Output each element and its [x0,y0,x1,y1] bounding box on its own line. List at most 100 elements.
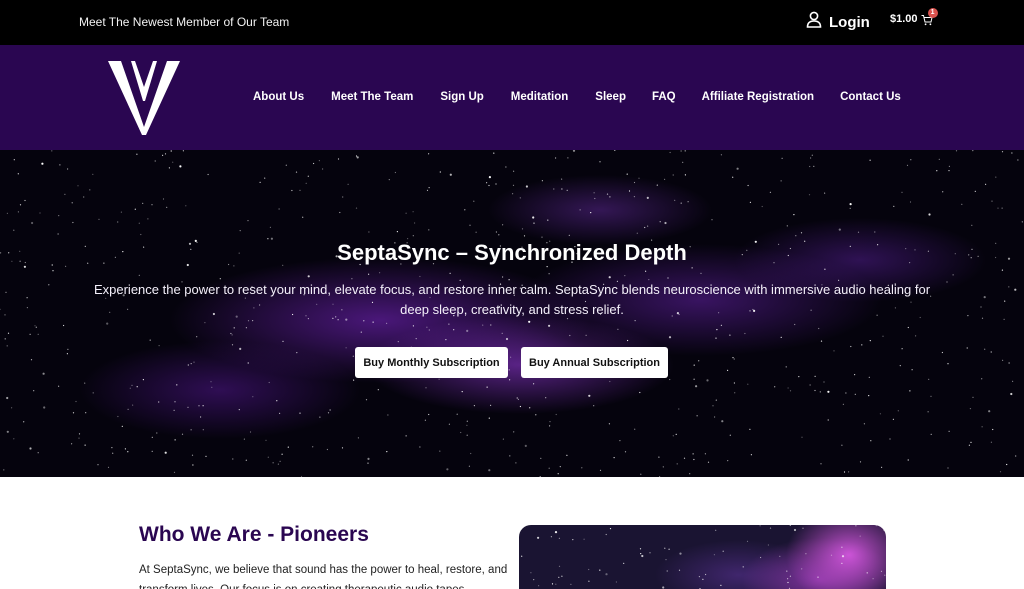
star [207,173,209,176]
star [372,321,374,323]
star [838,228,841,231]
star [722,550,724,552]
star [810,157,812,159]
star [426,189,429,191]
star [548,273,550,275]
star [355,155,358,157]
star [909,390,911,392]
brand-logo[interactable] [106,57,182,137]
nav-item-meet-the-team[interactable]: Meet The Team [331,91,413,103]
star [854,374,856,376]
star [692,453,694,455]
star [744,332,746,335]
star [798,376,800,378]
star [997,207,999,209]
star [468,465,470,467]
star [747,383,749,385]
star [859,535,861,537]
star [367,462,369,464]
star [793,528,797,532]
star [495,183,497,185]
star [769,527,772,529]
star [707,461,710,463]
star [368,231,370,233]
star [678,569,681,571]
star [529,407,531,409]
star [57,233,59,235]
nav-item-sign-up[interactable]: Sign Up [440,91,483,103]
star [182,150,184,152]
star [561,178,563,180]
star [558,537,560,539]
star [486,182,488,184]
star [849,207,851,209]
star [734,392,736,394]
announcement-link[interactable]: Meet The Newest Member of Our Team [79,15,289,29]
star [732,176,734,178]
star [156,432,158,434]
star [605,573,608,576]
star [689,473,691,475]
nav-item-meditation[interactable]: Meditation [511,91,569,103]
star [493,152,495,154]
star [299,189,301,191]
star [911,369,913,371]
star [151,436,153,438]
star [786,570,788,572]
star [78,437,80,439]
star [29,447,32,450]
star [13,159,15,161]
login-link[interactable]: Login [806,11,870,33]
star [546,266,548,268]
star [736,167,739,170]
star [680,202,682,204]
star [151,204,153,206]
star [26,307,28,309]
star [1001,151,1004,153]
star [1006,463,1008,466]
star [164,153,167,155]
star [360,331,362,333]
star [158,401,160,403]
star [615,581,617,583]
nav-item-contact-us[interactable]: Contact Us [840,91,901,103]
star [640,553,642,555]
star [71,202,73,204]
star [490,404,492,406]
star [843,471,846,473]
star [555,413,557,416]
nav-item-faq[interactable]: FAQ [652,91,676,103]
star [676,463,678,465]
buy-monthly-subscription-button[interactable]: Buy Monthly Subscription [355,347,508,378]
nav-item-sleep[interactable]: Sleep [595,91,626,103]
star [588,568,590,571]
star [170,150,172,152]
star [5,291,7,293]
cart-amount: $1.00 [890,13,918,25]
star [627,339,629,342]
star [313,162,315,165]
cart-button[interactable]: $1.00 1 [890,8,938,26]
star [460,431,462,434]
star [412,211,414,213]
star [428,153,430,155]
star [502,438,504,440]
star [614,150,616,151]
nav-item-about-us[interactable]: About Us [253,91,304,103]
star [245,327,247,329]
star [30,221,34,225]
star [668,336,672,339]
star [789,525,791,526]
buy-annual-subscription-button[interactable]: Buy Annual Subscription [521,347,668,378]
star [276,400,278,402]
star [609,528,612,530]
star [811,154,813,156]
star [428,187,430,189]
star [659,221,661,223]
star [232,458,234,460]
star [185,205,187,207]
about-galaxy-image [519,525,886,589]
star [272,462,274,464]
nav-item-affiliate-registration[interactable]: Affiliate Registration [702,91,814,103]
star [29,333,31,335]
